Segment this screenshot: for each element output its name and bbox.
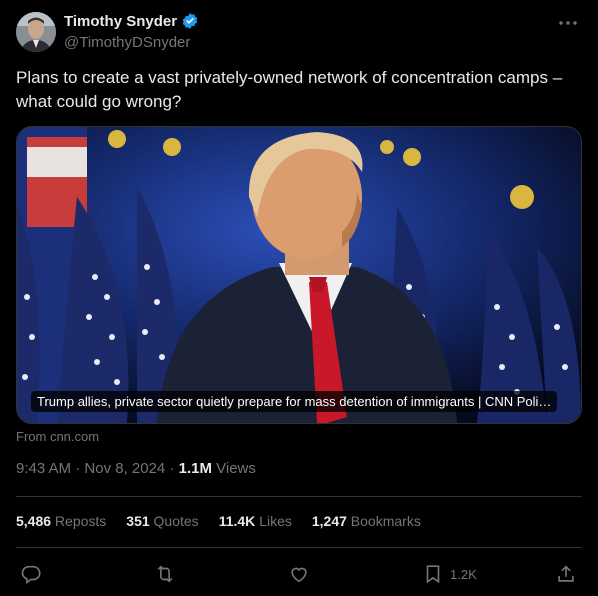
bookmarks-label: Bookmarks xyxy=(346,513,421,529)
tweet-time[interactable]: 9:43 AM xyxy=(16,460,71,477)
reposts-label: Reposts xyxy=(51,513,107,529)
views-count: 1.1M xyxy=(178,460,212,477)
likes-label: Likes xyxy=(255,513,292,529)
tweet-text: Plans to create a vast privately-owned n… xyxy=(16,68,563,111)
meta-separator: · xyxy=(71,460,85,477)
card-image xyxy=(17,127,581,423)
action-bar: 1.2K xyxy=(0,560,598,588)
divider xyxy=(16,496,582,497)
author-name[interactable]: Timothy Snyder xyxy=(64,13,177,30)
card-caption[interactable]: Trump allies, private sector quietly pre… xyxy=(31,391,558,412)
more-icon[interactable] xyxy=(556,12,580,34)
likes-stat[interactable]: 11.4K Likes xyxy=(219,513,292,529)
divider-2 xyxy=(16,547,582,548)
like-icon xyxy=(291,567,307,583)
bookmarks-count: 1,247 xyxy=(311,513,347,529)
engagement-stats: 5,486 Reposts 351 Quotes 11.4K Likes 1,2… xyxy=(16,513,421,529)
reply-button[interactable] xyxy=(20,562,42,586)
bookmark-count: 1.2K xyxy=(450,566,477,582)
reposts-count: 5,486 xyxy=(16,513,52,529)
quotes-label: Quotes xyxy=(149,513,199,529)
reply-icon xyxy=(21,565,41,585)
card-source[interactable]: From cnn.com xyxy=(16,429,99,444)
bookmark-button[interactable]: 1.2K xyxy=(422,562,477,586)
author-name-row[interactable]: Timothy Snyder xyxy=(64,12,199,30)
likes-count: 11.4K xyxy=(218,513,256,529)
quotes-stat[interactable]: 351 Quotes xyxy=(126,513,198,529)
quotes-count: 351 xyxy=(126,513,150,529)
repost-icon xyxy=(157,565,173,583)
like-button[interactable] xyxy=(288,562,310,586)
repost-button[interactable] xyxy=(154,562,176,586)
views-label: Views xyxy=(211,460,256,477)
tweet-meta: 9:43 AM · Nov 8, 2024 · 1.1M Views xyxy=(16,460,256,477)
share-icon xyxy=(558,565,574,582)
link-card[interactable]: Trump allies, private sector quietly pre… xyxy=(16,126,582,424)
author-handle[interactable]: @TimothyDSnyder xyxy=(64,34,190,51)
avatar-image xyxy=(16,12,56,52)
share-button[interactable] xyxy=(555,562,577,586)
avatar[interactable] xyxy=(16,12,56,52)
bookmark-icon xyxy=(426,565,440,584)
tweet: Timothy Snyder @TimothyDSnyder Plans to … xyxy=(0,0,598,596)
tweet-date[interactable]: Nov 8, 2024 xyxy=(84,460,165,477)
meta-separator-2: · xyxy=(165,460,179,477)
verified-icon xyxy=(181,12,199,30)
reposts-stat[interactable]: 5,486 Reposts xyxy=(16,513,106,529)
bookmarks-stat[interactable]: 1,247 Bookmarks xyxy=(312,513,421,529)
